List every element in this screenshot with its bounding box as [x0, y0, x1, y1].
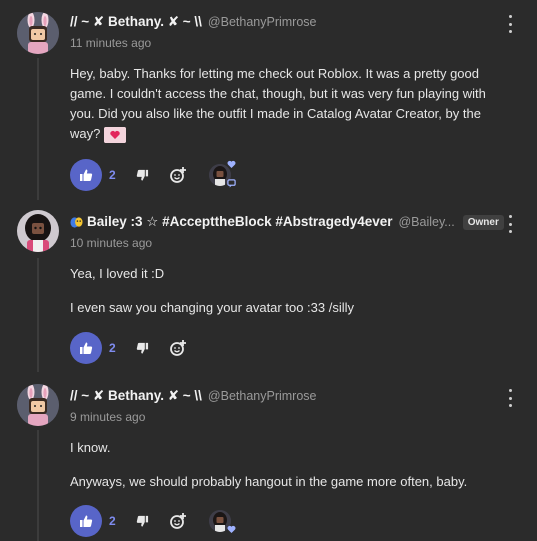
like-button[interactable] — [70, 332, 102, 364]
comment-actions: 2 — [70, 159, 239, 191]
heart-icon — [227, 525, 236, 533]
comment-thread: // ~ ✘ Bethany. ✘ ~ \\ @BethanyPrimrose … — [0, 0, 537, 541]
timestamp[interactable]: 9 minutes ago — [70, 410, 145, 424]
comment-body: Hey, baby. Thanks for letting me check o… — [70, 64, 510, 144]
comment-post: // ~ ✘ Bethany. ✘ ~ \\ @BethanyPrimrose … — [0, 0, 537, 200]
like-count: 2 — [109, 514, 116, 528]
theater-masks-icon — [70, 216, 83, 229]
comment-post: // ~ ✘ Bethany. ✘ ~ \\ @BethanyPrimrose … — [0, 372, 537, 541]
author-name[interactable]: // ~ ✘ Bethany. ✘ ~ \\ — [70, 14, 202, 30]
comment-body: Yea, I loved it :D I even saw you changi… — [70, 264, 510, 318]
like-count: 2 — [109, 341, 116, 355]
thumbs-down-icon — [136, 515, 148, 527]
thumbs-down-icon — [136, 342, 148, 354]
like-count: 2 — [109, 168, 116, 182]
author-handle[interactable]: @BethanyPrimrose — [208, 389, 317, 403]
heart-icon — [227, 160, 236, 168]
avatar[interactable] — [17, 384, 59, 426]
add-emoji-icon — [170, 513, 186, 529]
comment-text: I even saw you changing your avatar too … — [70, 300, 354, 315]
add-reaction-button[interactable] — [167, 510, 189, 532]
comment-actions: 2 — [70, 505, 239, 537]
comment-header: Bailey :3 ☆ #AccepttheBlock #Abstragedy4… — [70, 212, 504, 232]
more-options-icon[interactable] — [505, 15, 515, 33]
timestamp[interactable]: 10 minutes ago — [70, 236, 152, 250]
comment-text: Yea, I loved it :D — [70, 266, 165, 281]
author-name[interactable]: Bailey :3 ☆ #AccepttheBlock #Abstragedy4… — [87, 214, 392, 230]
comment-header: // ~ ✘ Bethany. ✘ ~ \\ @BethanyPrimrose — [70, 12, 317, 32]
add-emoji-icon — [170, 340, 186, 356]
add-emoji-icon — [170, 167, 186, 183]
add-reaction-button[interactable] — [167, 164, 189, 186]
owner-badge: Owner — [462, 214, 504, 230]
avatar[interactable] — [17, 12, 59, 54]
thumbs-down-icon — [136, 169, 148, 181]
dislike-button[interactable] — [131, 337, 153, 359]
author-name[interactable]: // ~ ✘ Bethany. ✘ ~ \\ — [70, 388, 202, 404]
comment-post: Bailey :3 ☆ #AccepttheBlock #Abstragedy4… — [0, 200, 537, 372]
comment-actions: 2 — [70, 332, 203, 364]
author-handle[interactable]: @Bailey... — [398, 215, 454, 229]
creator-reaction[interactable] — [203, 505, 239, 537]
love-letter-emoji-icon — [103, 126, 126, 143]
like-button[interactable] — [70, 505, 102, 537]
comment-text: Hey, baby. Thanks for letting me check o… — [70, 66, 486, 141]
more-options-icon[interactable] — [505, 389, 515, 407]
dislike-button[interactable] — [131, 510, 153, 532]
comment-body: I know. Anyways, we should probably hang… — [70, 438, 510, 492]
thumbs-up-icon — [80, 169, 93, 181]
thread-line — [37, 430, 39, 541]
like-button[interactable] — [70, 159, 102, 191]
creator-reaction[interactable] — [203, 159, 239, 191]
timestamp[interactable]: 11 minutes ago — [70, 36, 151, 50]
thumbs-up-icon — [80, 515, 93, 527]
comment-header: // ~ ✘ Bethany. ✘ ~ \\ @BethanyPrimrose — [70, 386, 317, 406]
more-options-icon[interactable] — [505, 215, 515, 233]
thread-line — [37, 58, 39, 200]
author-handle[interactable]: @BethanyPrimrose — [208, 15, 317, 29]
thread-line — [37, 258, 39, 372]
add-reaction-button[interactable] — [167, 337, 189, 359]
dislike-button[interactable] — [131, 164, 153, 186]
avatar[interactable] — [17, 210, 59, 252]
thumbs-up-icon — [80, 342, 93, 354]
comment-text: Anyways, we should probably hangout in t… — [70, 474, 468, 489]
comment-text: I know. — [70, 440, 111, 455]
reply-bubble-icon — [227, 179, 236, 188]
